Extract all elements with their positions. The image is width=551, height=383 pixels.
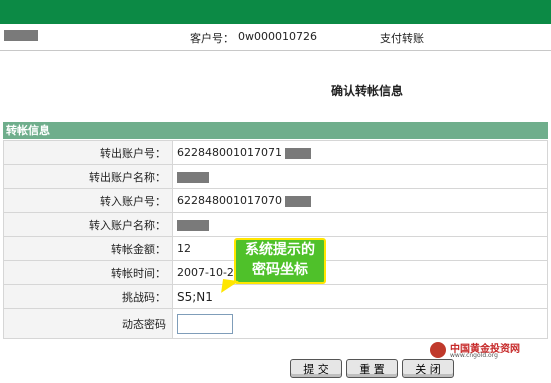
amount-label: 转帐金额： [3,236,173,261]
callout-line-2: 密码坐标 [252,262,308,278]
service-name: 支付转账 [380,32,424,45]
masked-name [177,219,209,231]
table-row: 转入账户号： 622848001017070 [3,188,548,213]
dynamic-password-label: 动态密码 [3,308,173,339]
user-info-bar: 客户号： 0w000010726 支付转账 [0,24,551,51]
reset-button[interactable]: 重 置 [346,359,398,378]
time-label: 转帐时间： [3,260,173,285]
logo-icon [430,342,446,358]
masked-digits [285,195,312,207]
top-banner [0,0,551,24]
table-row: 转出账户名称： [3,164,548,189]
in-name-label: 转入账户名称： [3,212,173,237]
close-button[interactable]: 关 闭 [402,359,454,378]
watermark-logo: 中国黄金投资网 www.cngold.org [430,340,548,360]
table-row: 转入账户名称： [3,212,548,237]
out-account-cell: 622848001017071 [172,140,548,165]
masked-digits [285,147,312,159]
page-title: 确认转帐信息 [331,84,404,98]
out-name-label: 转出账户名称： [3,164,173,189]
callout-annotation: 系统提示的 密码坐标 [234,238,326,284]
dynamic-password-input[interactable] [177,313,233,334]
dynamic-password-cell [172,308,548,339]
table-row: 转出账户号： 622848001017071 [3,140,548,165]
callout-line-1: 系统提示的 [245,242,315,258]
masked-username [4,30,38,41]
amount-value: 12 [172,236,548,261]
challenge-code-label: 挑战码： [3,284,173,309]
table-row: 挑战码： S5;N1 [3,284,548,309]
in-name-cell [172,212,548,237]
in-account-cell: 622848001017070 [172,188,548,213]
masked-name [177,171,209,183]
out-account-label: 转出账户号： [3,140,173,165]
customer-number-value: 0w000010726 [238,30,317,43]
submit-button[interactable]: 提 交 [290,359,342,378]
in-account-label: 转入账户号： [3,188,173,213]
table-row: 动态密码 [3,308,548,339]
panel-header: 转帐信息 [3,122,548,139]
out-name-cell [172,164,548,189]
customer-number-label: 客户号： [190,32,234,45]
callout-pointer [221,278,239,296]
logo-url: www.cngold.org [450,352,498,359]
out-account-value: 622848001017071 [177,146,282,159]
in-account-value: 622848001017070 [177,194,282,207]
